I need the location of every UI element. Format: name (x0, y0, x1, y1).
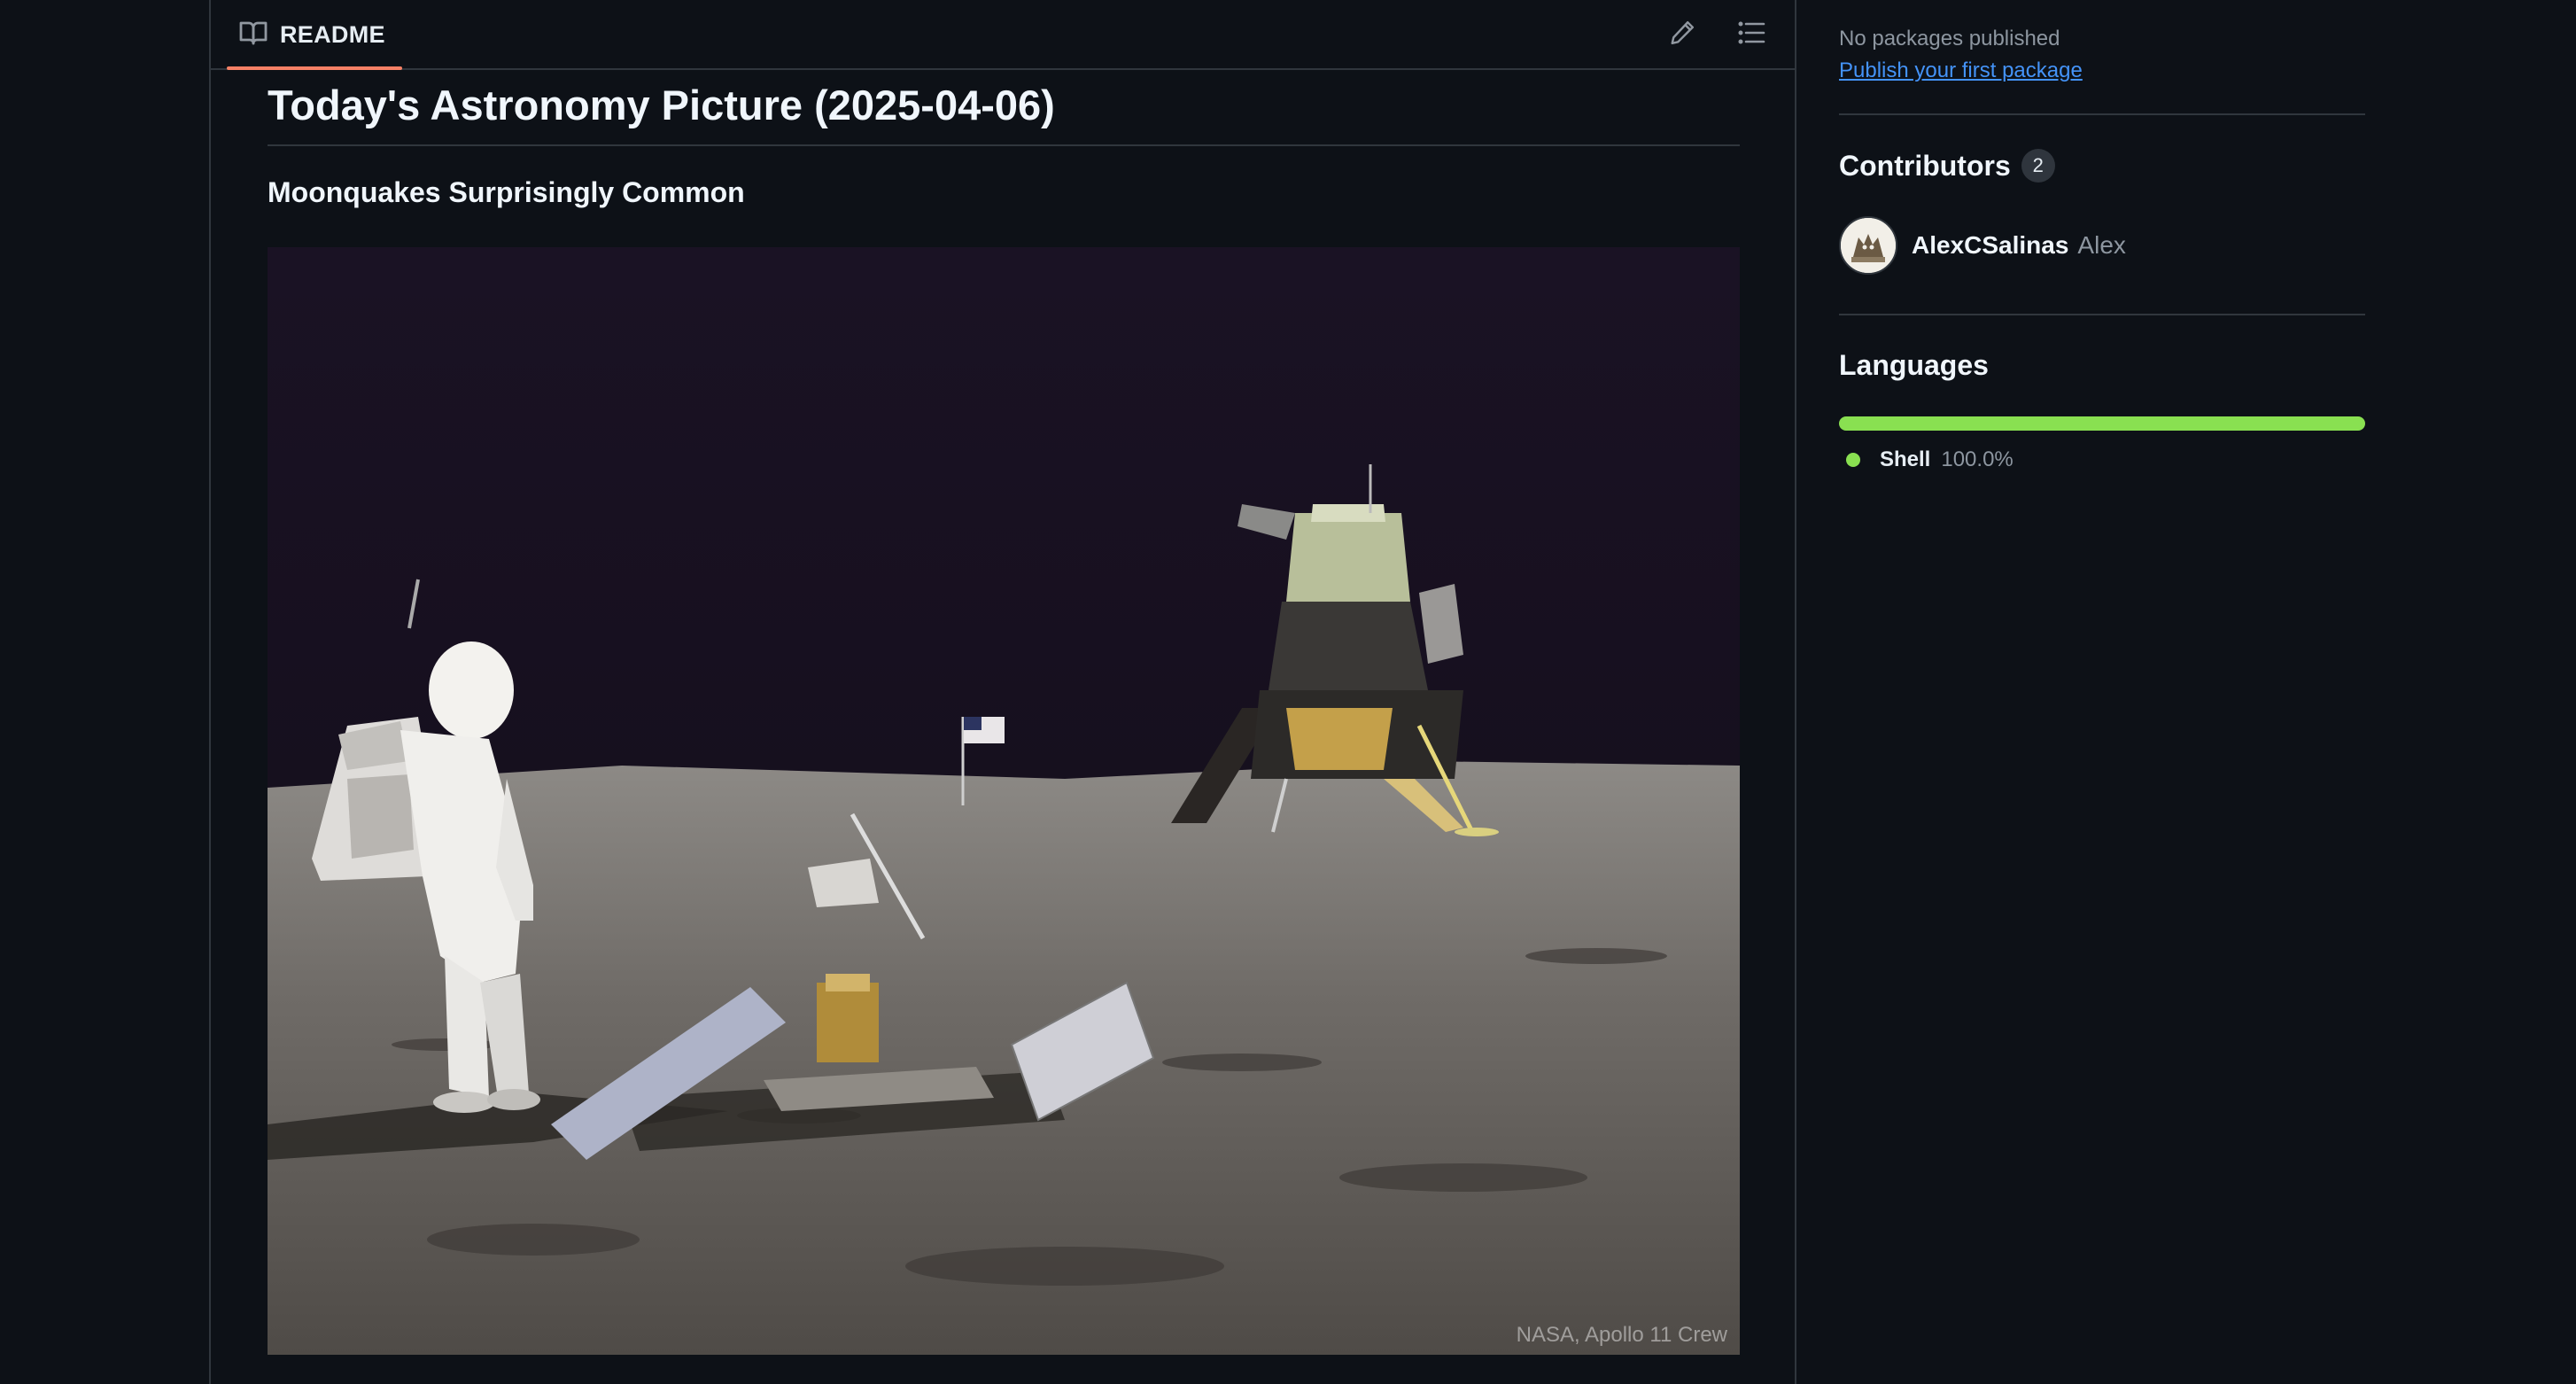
language-item-shell[interactable]: Shell 100.0% (1846, 447, 2013, 472)
avatar[interactable] (1839, 216, 1897, 275)
language-name: Shell (1880, 447, 1931, 471)
contributors-heading[interactable]: Contributors 2 (1839, 149, 2055, 183)
sidebar-divider (1839, 314, 2365, 315)
publish-package-link[interactable]: Publish your first package (1839, 58, 2083, 83)
readme-subtitle: Moonquakes Surprisingly Common (268, 176, 745, 208)
readme-tab-label: README (280, 21, 385, 48)
contributor-name: Alex (2077, 231, 2126, 259)
contributor-login[interactable]: AlexCSalinas (1912, 231, 2068, 260)
contributors-title: Contributors (1839, 149, 2011, 182)
sidebar-divider (1839, 113, 2365, 115)
repository-page: README Today's Astronomy Picture (2025-0… (0, 0, 2576, 1384)
language-bar-shell-segment (1839, 416, 2365, 431)
contributors-count-badge: 2 (2021, 149, 2055, 183)
readme-content: Today's Astronomy Picture (2025-04-06) M… (268, 70, 1740, 1355)
list-unordered-icon (1737, 20, 1765, 50)
language-bar (1839, 416, 2365, 431)
language-percent: 100.0% (1941, 447, 2013, 471)
readme-title: Today's Astronomy Picture (2025-04-06) (268, 70, 1740, 146)
pencil-icon (1669, 19, 1695, 51)
moon-landing-illustration (268, 247, 1740, 1355)
edit-readme-button[interactable] (1658, 11, 1706, 58)
contributor-item[interactable]: AlexCSalinas Alex (1839, 216, 2126, 275)
book-icon (239, 20, 268, 50)
astronomy-picture: NASA, Apollo 11 Crew (268, 247, 1740, 1355)
packages-empty-text: No packages published (1839, 27, 2060, 51)
readme-header: README (211, 0, 1795, 70)
outline-button[interactable] (1727, 11, 1775, 58)
languages-title: Languages (1839, 349, 1989, 381)
image-credit: NASA, Apollo 11 Crew (1516, 1323, 1727, 1347)
readme-panel: README Today's Astronomy Picture (2025-0… (209, 0, 1796, 1384)
readme-tab[interactable]: README (227, 0, 402, 70)
language-color-dot (1846, 453, 1860, 467)
